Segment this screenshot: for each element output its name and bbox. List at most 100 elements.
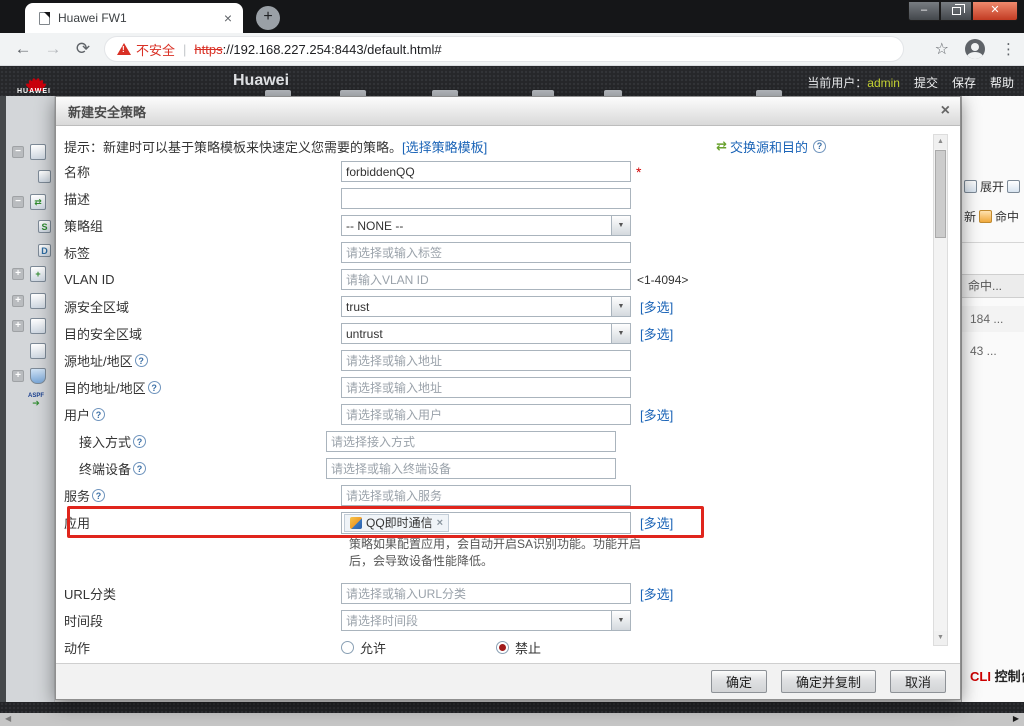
- aspf-icon[interactable]: ASPF➔: [28, 393, 44, 408]
- form-row-vlan: VLAN ID <1-4094>: [64, 266, 946, 293]
- window-restore-button[interactable]: [940, 2, 972, 21]
- server-add-icon[interactable]: +: [30, 266, 46, 282]
- user-input[interactable]: [341, 404, 631, 425]
- doc-lock-icon[interactable]: [30, 343, 46, 359]
- application-multi-link[interactable]: [多选]: [640, 513, 673, 532]
- tree-expand-icon[interactable]: +: [12, 320, 24, 332]
- dst-zone-multi-link[interactable]: [多选]: [640, 324, 673, 343]
- help-icon[interactable]: ?: [92, 408, 105, 421]
- ok-and-copy-button[interactable]: 确定并复制: [781, 670, 876, 693]
- cancel-button[interactable]: 取消: [890, 670, 946, 693]
- forward-button[interactable]: →: [38, 39, 68, 59]
- reload-button[interactable]: ⟳: [68, 39, 98, 59]
- security-shield-icon[interactable]: [30, 368, 46, 384]
- table-cell: 43 ...: [962, 338, 1024, 364]
- dst-addr-input[interactable]: [341, 377, 631, 398]
- allow-label: 允许: [360, 638, 386, 657]
- chevron-down-icon[interactable]: ▼: [611, 611, 630, 630]
- terminal-device-input[interactable]: [326, 458, 616, 479]
- action-allow-option[interactable]: 允许: [341, 638, 386, 657]
- src-zone-select[interactable]: trust ▼: [341, 296, 631, 317]
- ok-button[interactable]: 确定: [711, 670, 767, 693]
- dest-nat-icon[interactable]: D: [38, 244, 51, 257]
- radio-allow[interactable]: [341, 641, 354, 654]
- dialog-scrollbar[interactable]: ▲ ▼: [933, 134, 948, 646]
- policy-group-select[interactable]: -- NONE -- ▼: [341, 215, 631, 236]
- src-zone-multi-link[interactable]: [多选]: [640, 297, 673, 316]
- policy-doc-icon[interactable]: [30, 144, 46, 160]
- back-button[interactable]: ←: [8, 39, 38, 59]
- help-icon[interactable]: ?: [133, 462, 146, 475]
- help-icon[interactable]: ?: [92, 489, 105, 502]
- tree-expand-icon[interactable]: +: [12, 268, 24, 280]
- expand-label[interactable]: 展开: [980, 178, 1004, 195]
- help-icon[interactable]: ?: [133, 435, 146, 448]
- scroll-right-icon[interactable]: ▶: [1013, 714, 1019, 723]
- help-icon[interactable]: ?: [813, 140, 826, 153]
- scroll-left-icon[interactable]: ◀: [5, 714, 11, 723]
- dst-zone-label: 目的安全区域: [64, 324, 341, 343]
- radio-deny-checked[interactable]: [496, 641, 509, 654]
- expand-icon[interactable]: [964, 180, 977, 193]
- profile-avatar[interactable]: [965, 39, 985, 59]
- submit-link[interactable]: 提交: [914, 74, 938, 91]
- new-security-policy-dialog: 新建安全策略 × 提示：新建时可以基于策略模板来快速定义您需要的策略。 [选择策…: [55, 96, 961, 700]
- url-category-multi-link[interactable]: [多选]: [640, 584, 673, 603]
- help-icon[interactable]: ?: [135, 354, 148, 367]
- window-close-button[interactable]: ✕: [972, 2, 1018, 21]
- remove-tag-icon[interactable]: ×: [437, 517, 443, 529]
- scrollbar-thumb[interactable]: [935, 150, 946, 238]
- help-icon[interactable]: ?: [148, 381, 161, 394]
- action-deny-option[interactable]: 禁止: [496, 638, 541, 657]
- form-row-name: 名称 *: [64, 158, 946, 185]
- terminal-device-label: 终端设备: [79, 459, 131, 478]
- source-nat-icon[interactable]: S: [38, 220, 51, 233]
- chevron-down-icon[interactable]: ▼: [611, 297, 630, 316]
- chevron-down-icon[interactable]: ▼: [611, 324, 630, 343]
- dialog-close-icon[interactable]: ×: [941, 102, 950, 120]
- tag-input[interactable]: [341, 242, 631, 263]
- url-category-input[interactable]: [341, 583, 631, 604]
- application-tag-input[interactable]: QQ即时通信 ×: [341, 512, 631, 534]
- horizontal-scrollbar[interactable]: ◀ ▶: [0, 713, 1024, 726]
- scroll-down-icon[interactable]: ▼: [934, 631, 947, 645]
- current-user-name: admin: [867, 76, 900, 90]
- user-multi-link[interactable]: [多选]: [640, 405, 673, 424]
- chevron-down-icon[interactable]: ▼: [611, 216, 630, 235]
- service-input[interactable]: [341, 485, 631, 506]
- policy-subitem-icon[interactable]: [38, 170, 51, 183]
- browser-tab[interactable]: Huawei FW1 ×: [25, 3, 243, 33]
- hit-partial-label[interactable]: 命中: [995, 208, 1019, 225]
- name-input[interactable]: [341, 161, 631, 182]
- window-minimize-button[interactable]: –: [908, 2, 940, 21]
- cli-console-link[interactable]: CLI 控制台: [970, 666, 1024, 685]
- product-name: Huawei: [233, 72, 289, 90]
- form-row-action: 动作 允许 禁止: [64, 634, 946, 661]
- hit-count-icon[interactable]: [979, 210, 992, 223]
- address-bar[interactable]: ! 不安全 | https ://192.168.227.254:8443/de…: [104, 36, 904, 62]
- tab-close-icon[interactable]: ×: [221, 10, 235, 26]
- new-tab-button[interactable]: +: [256, 6, 280, 30]
- globe-edit-icon[interactable]: [30, 293, 46, 309]
- bookmark-star-icon[interactable]: ☆: [935, 39, 949, 59]
- access-mode-input[interactable]: [326, 431, 616, 452]
- scroll-up-icon[interactable]: ▲: [934, 135, 947, 149]
- src-addr-input[interactable]: [341, 350, 631, 371]
- hit-column-header: 命中...: [962, 274, 1024, 298]
- tree-expand-icon[interactable]: +: [12, 295, 24, 307]
- save-link[interactable]: 保存: [952, 74, 976, 91]
- required-asterisk: *: [636, 164, 641, 180]
- monitor-arrow-icon[interactable]: [30, 318, 46, 334]
- tree-expand-icon[interactable]: +: [12, 370, 24, 382]
- nat-arrows-icon[interactable]: ⇄: [30, 194, 46, 210]
- vlan-input[interactable]: [341, 269, 631, 290]
- help-link[interactable]: 帮助: [990, 74, 1014, 91]
- browser-menu-icon[interactable]: ⋮: [1001, 40, 1016, 58]
- tree-collapse-icon[interactable]: −: [12, 196, 24, 208]
- time-range-select[interactable]: 请选择时间段 ▼: [341, 610, 631, 631]
- choose-template-link[interactable]: [选择策略模板]: [402, 137, 487, 156]
- swap-src-dst-link[interactable]: 交换源和目的: [730, 137, 808, 156]
- tree-collapse-icon[interactable]: −: [12, 146, 24, 158]
- dst-zone-select[interactable]: untrust ▼: [341, 323, 631, 344]
- description-input[interactable]: [341, 188, 631, 209]
